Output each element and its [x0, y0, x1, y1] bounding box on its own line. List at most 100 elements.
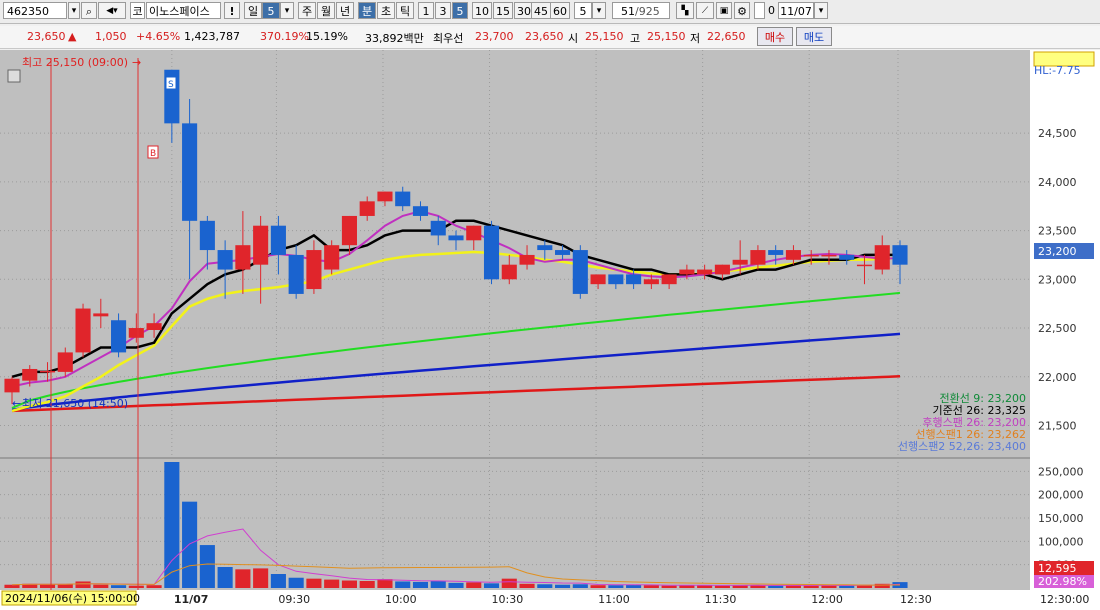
candle-body [128, 328, 144, 338]
tab-day[interactable]: 일 [244, 2, 262, 19]
date-input[interactable]: 11/07 [778, 2, 814, 19]
volume-bar [288, 577, 304, 588]
interval-5[interactable]: 5 [452, 2, 468, 19]
candle-body [235, 245, 251, 270]
volume-bar [555, 584, 571, 588]
interval-45[interactable]: 45 [531, 2, 551, 19]
tab-year[interactable]: 년 [336, 2, 354, 19]
candle-body [555, 250, 571, 255]
volume-bar [395, 581, 411, 588]
checkbox-label: 0 [768, 4, 775, 17]
candle-body [288, 254, 304, 294]
candle-body [412, 206, 429, 216]
candle-body [395, 191, 411, 207]
interval-1[interactable]: 1 [418, 2, 434, 19]
time-end-label: 12:30:00 [1040, 593, 1089, 606]
code-dropdown[interactable]: ▾ [68, 2, 80, 19]
volume-bar [111, 585, 127, 588]
save-icon[interactable]: ▣ [716, 2, 732, 19]
index-field[interactable]: 51/925 [612, 2, 670, 19]
corner-label: HL:-7.75 [1034, 64, 1081, 77]
volume-bar [235, 569, 251, 588]
price-tick-label: 23,500 [1038, 225, 1077, 238]
tab-minute[interactable]: 분 [358, 2, 376, 19]
count-dropdown[interactable]: ▾ [592, 2, 606, 19]
alert-icon[interactable]: ! [224, 2, 240, 19]
high-label: 최고 25,150 (09:00) [22, 56, 128, 69]
candle-body [448, 235, 464, 241]
candle-body [466, 225, 482, 241]
search-icon[interactable]: ⌕ [81, 2, 97, 19]
time-tick-label: 11:00 [598, 593, 630, 606]
candle-body [874, 245, 890, 270]
interval-15[interactable]: 15 [493, 2, 513, 19]
tab-period-count[interactable]: 5 [262, 2, 280, 19]
candle-body [590, 274, 606, 285]
count-input[interactable]: 5 [574, 2, 592, 19]
candle-body [270, 225, 286, 255]
candlestick-chart[interactable]: 24,500 24,000 23,500 23,000 22,500 22,000 21,5… [0, 50, 1100, 610]
best-label: 최우선 [433, 32, 464, 45]
candle-body [892, 245, 908, 265]
candle-body [217, 250, 233, 270]
candle-body [199, 220, 215, 251]
volume-bar [253, 568, 269, 588]
date-tag: 2024/11/06(수) 15:00:00 [5, 592, 140, 605]
volume-bar [57, 584, 73, 588]
market-type[interactable]: 코 [130, 2, 145, 19]
candle-body [803, 254, 819, 257]
checkbox[interactable] [754, 2, 765, 19]
buy-button[interactable]: 매수 [757, 27, 793, 46]
tab-week[interactable]: 주 [298, 2, 316, 19]
volume-bar [839, 585, 855, 588]
volume-bar [377, 579, 393, 588]
interval-3[interactable]: 3 [435, 2, 451, 19]
price-tick-label: 22,000 [1038, 371, 1077, 384]
volume-bar [164, 462, 180, 588]
gear-icon[interactable]: ⚙ [734, 2, 750, 19]
interval-10[interactable]: 10 [472, 2, 492, 19]
price-tick-label: 24,500 [1038, 127, 1077, 140]
volume-tick-label: 100,000 [1038, 535, 1084, 548]
tab-month[interactable]: 월 [317, 2, 335, 19]
volume-bar [39, 584, 56, 588]
candle-body [22, 368, 38, 381]
pct-tag: -1.85% [1038, 257, 1077, 270]
low-price: 22,650 [707, 30, 746, 43]
current-price: 23,650 [27, 30, 66, 43]
volume-bar [359, 581, 375, 588]
index-current: 51 [621, 5, 635, 18]
sell-button[interactable]: 매도 [796, 27, 832, 46]
interval-60[interactable]: 60 [550, 2, 570, 19]
speaker-icon[interactable]: ◀▾ [98, 2, 126, 19]
candle-body [785, 250, 801, 260]
date-dropdown[interactable]: ▾ [814, 2, 828, 19]
stock-code-input[interactable]: 462350 [3, 2, 67, 19]
stock-name[interactable]: 이노스페이스 [146, 2, 221, 19]
volume-bar [4, 584, 20, 588]
time-tick-label: 09:30 [278, 593, 310, 606]
volume-bar [128, 585, 144, 588]
open-label: 시 [568, 32, 579, 45]
high-label: 고 [630, 32, 641, 45]
candle-body [537, 245, 553, 251]
time-tick-label: 10:30 [492, 593, 524, 606]
chart-menu-icon [7, 69, 21, 83]
candle-body [821, 254, 837, 257]
candle-body [324, 245, 340, 270]
low-label: 저 [690, 32, 701, 45]
index-total: /925 [635, 5, 660, 18]
candle-body [519, 254, 535, 265]
volume-tick-label: 200,000 [1038, 489, 1084, 502]
tab-second[interactable]: 초 [377, 2, 395, 19]
draw-icon[interactable]: ⟋ [696, 2, 714, 19]
chart-tool-icon[interactable]: ▚ [676, 2, 694, 19]
tab-tick[interactable]: 틱 [396, 2, 414, 19]
volume-tick-label: 250,000 [1038, 465, 1084, 478]
sell-signal-text: S [168, 80, 174, 90]
period-dropdown[interactable]: ▾ [280, 2, 294, 19]
candle-body [679, 269, 695, 275]
candle-body [341, 215, 357, 246]
best-bid: 23,650 [525, 30, 564, 43]
volume-bar [537, 584, 553, 588]
